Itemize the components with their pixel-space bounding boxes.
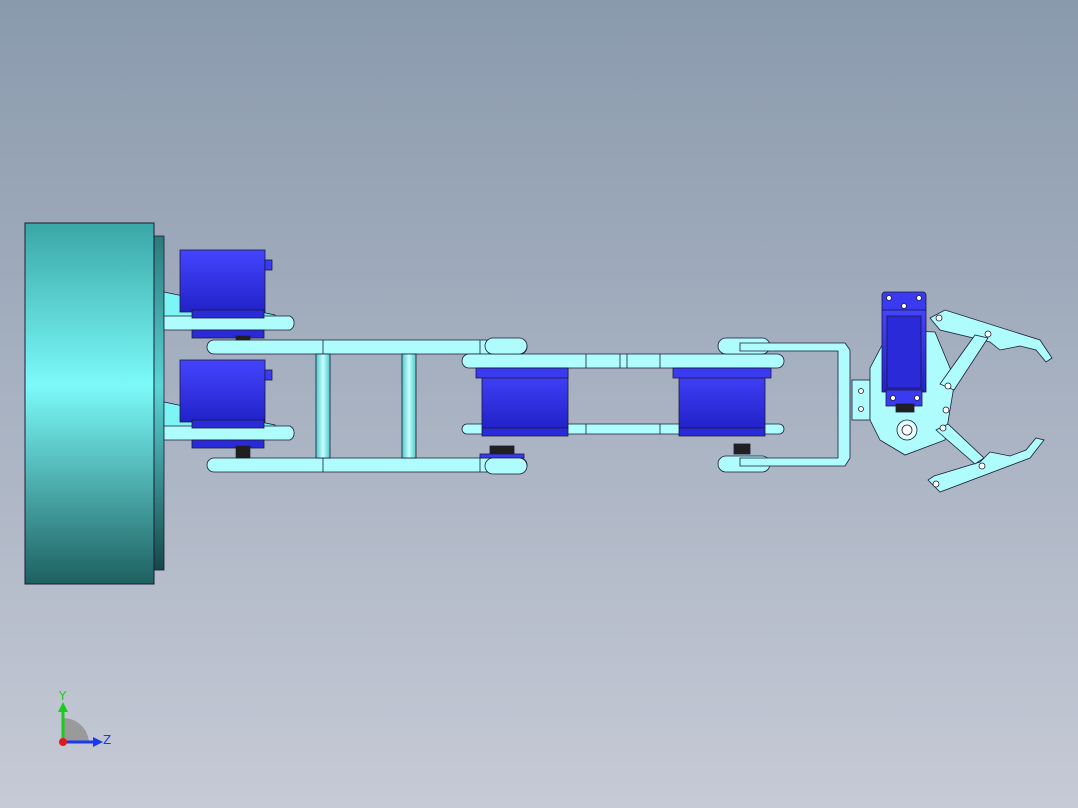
elbow-plate-lower	[484, 457, 528, 475]
standoff-post-1	[315, 353, 331, 459]
base-turntable[interactable]	[24, 222, 165, 585]
forearm-link-top[interactable]	[461, 353, 785, 369]
upper-arm-link-top[interactable]	[206, 339, 528, 355]
upper-arm-link-bottom[interactable]	[206, 457, 528, 473]
origin-dot	[59, 738, 67, 746]
z-axis-label: Z	[103, 733, 111, 747]
robot-arm-model-view[interactable]: Y Z	[0, 0, 1078, 808]
gripper-servo[interactable]	[881, 291, 927, 413]
cad-viewport[interactable]: Y Z	[0, 0, 1078, 808]
gripper-mount-block	[851, 379, 871, 421]
standoff-post-2	[401, 353, 417, 459]
elbow-plate-upper	[484, 337, 528, 355]
y-axis-label: Y	[58, 689, 67, 703]
